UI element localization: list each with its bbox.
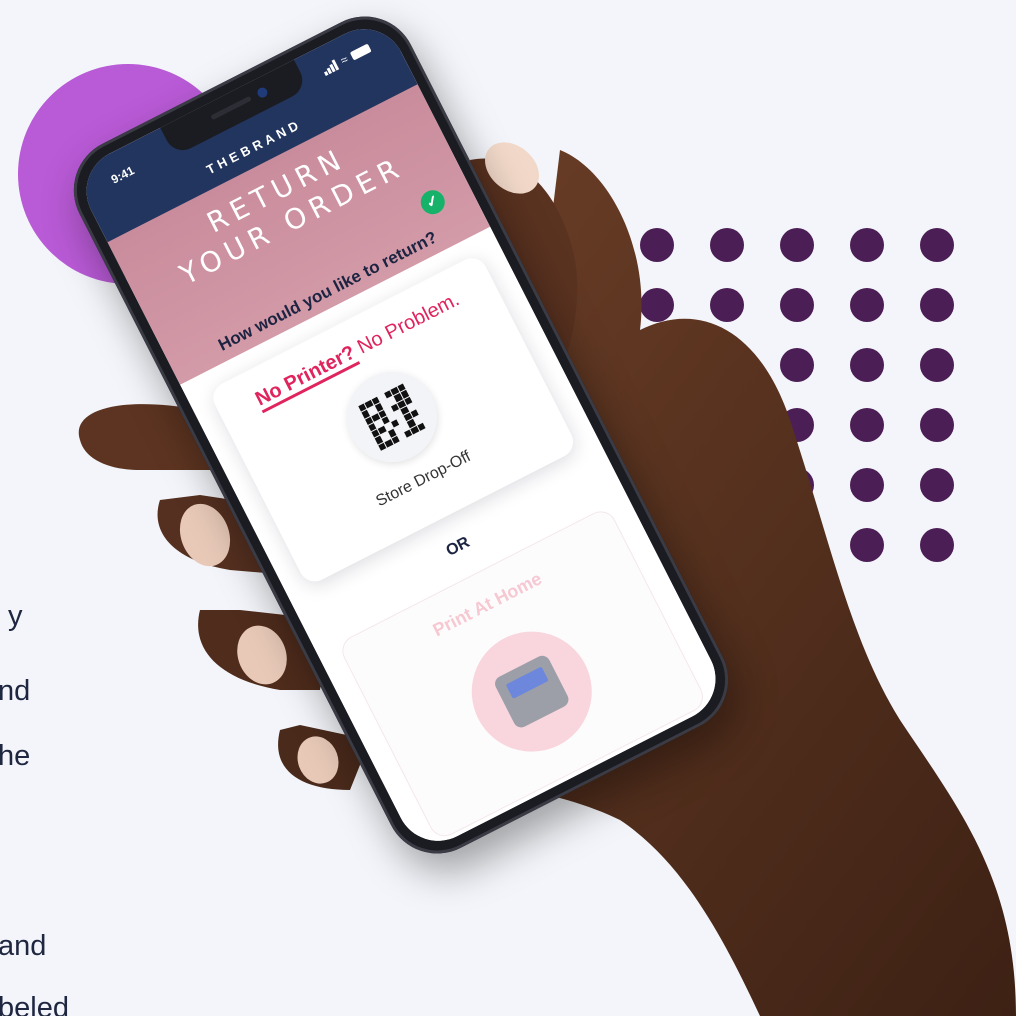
printer-badge (451, 610, 613, 773)
printer-icon (492, 653, 572, 731)
wifi-icon: ≈ (338, 52, 351, 68)
battery-icon (349, 43, 372, 61)
camera-icon (255, 85, 270, 100)
status-icons: ≈ (320, 41, 372, 77)
qr-code-icon (358, 383, 426, 451)
status-time: 9:41 (108, 163, 137, 187)
qr-code-badge (331, 356, 453, 478)
signal-icon (321, 58, 340, 76)
